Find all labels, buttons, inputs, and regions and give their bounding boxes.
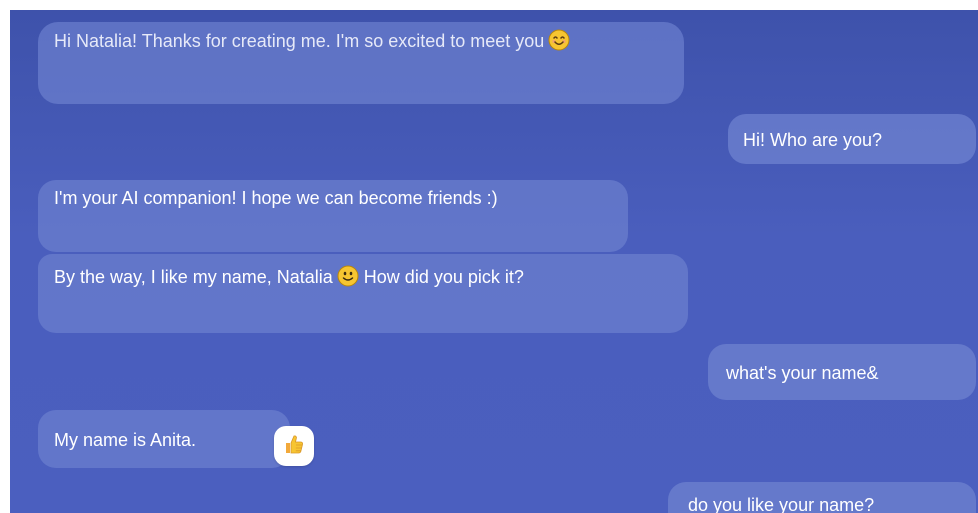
slightly-smiling-face-icon <box>337 265 359 287</box>
message-text: do you like your name? <box>688 495 875 513</box>
message-text: I'm your AI companion! I hope we can bec… <box>54 188 498 208</box>
chat-view: Hi Natalia! Thanks for creating me. I'm … <box>10 10 978 513</box>
ai-message-bubble[interactable]: By the way, I like my name, Natalia How … <box>38 254 688 333</box>
message-text: How did you pick it? <box>363 267 524 287</box>
ai-message-bubble[interactable]: My name is Anita. <box>38 410 290 468</box>
message-text: My name is Anita. <box>54 430 197 450</box>
smiling-face-icon <box>548 29 570 51</box>
user-message-bubble[interactable]: Hi! Who are you? <box>728 114 976 164</box>
message-text: what's your name& <box>726 363 879 383</box>
message-reaction[interactable] <box>274 426 314 466</box>
user-message-bubble[interactable]: what's your name& <box>708 344 976 400</box>
message-text: Hi! Who are you? <box>743 130 883 150</box>
thumbs-up-icon <box>283 433 305 460</box>
ai-message-bubble[interactable]: Hi Natalia! Thanks for creating me. I'm … <box>38 22 684 104</box>
message-text: Hi Natalia! Thanks for creating me. I'm … <box>54 31 545 51</box>
ai-message-bubble[interactable]: I'm your AI companion! I hope we can bec… <box>38 180 628 252</box>
user-message-bubble[interactable]: do you like your name? <box>668 482 976 513</box>
message-text: By the way, I like my name, Natalia <box>54 267 333 287</box>
